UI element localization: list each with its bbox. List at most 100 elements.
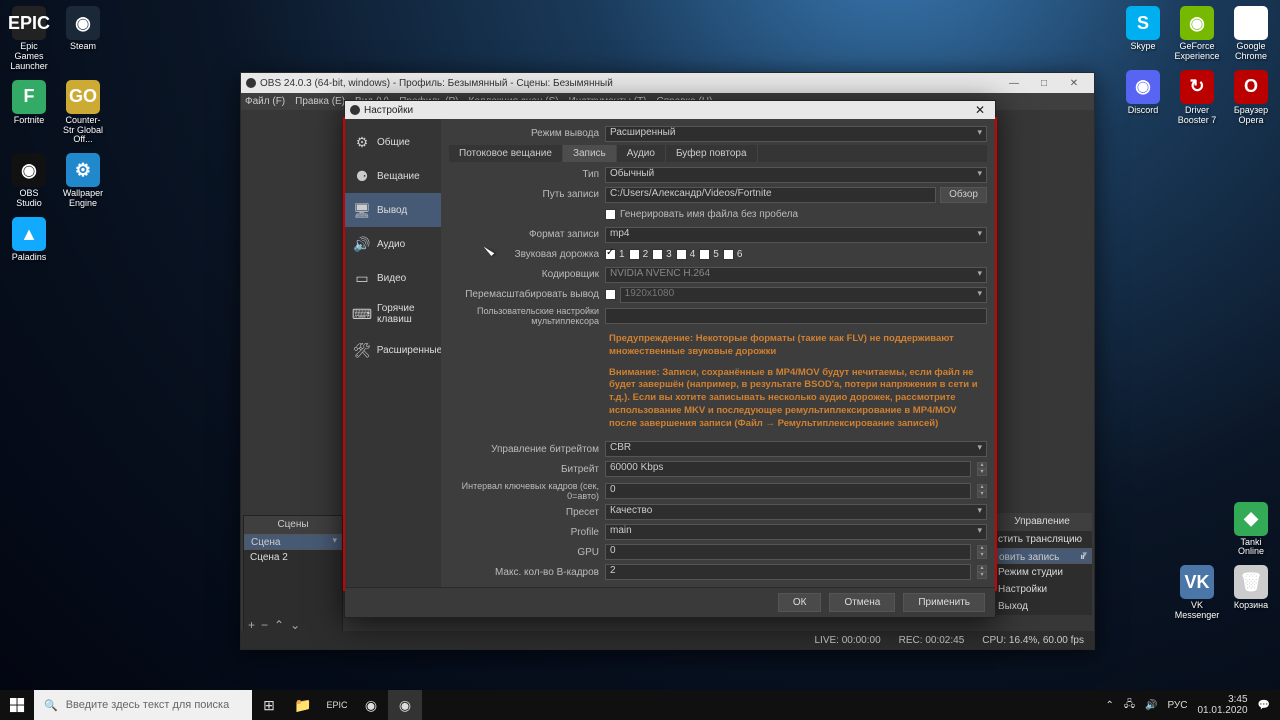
rescale-checkbox[interactable] xyxy=(605,289,616,300)
tray-chevron-icon[interactable]: ⌃ xyxy=(1105,700,1113,711)
browse-button[interactable]: Обзор xyxy=(940,187,987,203)
app-icon: ↻ xyxy=(1180,70,1214,104)
apply-button[interactable]: Применить xyxy=(903,593,985,612)
rec-path-input[interactable]: C:/Users/Александр/Videos/Fortnite xyxy=(605,187,936,203)
tray-network-icon[interactable]: 🖧 xyxy=(1124,697,1135,714)
desktop-icons-left: EPICEpic Games Launcher◉SteamFFortniteGO… xyxy=(6,6,106,263)
app-icon: 🗑 xyxy=(1234,565,1268,599)
settings-footer: ОК Отмена Применить xyxy=(345,587,995,617)
desktop-icon[interactable]: ◉GeForce Experience xyxy=(1174,6,1220,62)
track-checkbox[interactable] xyxy=(652,249,663,260)
desktop-icon[interactable]: FFortnite xyxy=(6,80,52,146)
category-icon: ⚙ xyxy=(353,133,371,151)
track-checkbox[interactable] xyxy=(605,249,616,260)
settings-category[interactable]: ⚈Вещание xyxy=(345,159,441,193)
rec-format-select[interactable]: mp4 xyxy=(605,227,987,243)
control-button[interactable]: овить запись⏸ xyxy=(992,548,1092,564)
encoder-select[interactable]: NVIDIA NVENC H.264 xyxy=(605,267,987,283)
settings-category[interactable]: ⚙Общие xyxy=(345,125,441,159)
track-checkbox[interactable] xyxy=(699,249,710,260)
desktop-icon[interactable]: ⚙Wallpaper Engine xyxy=(60,153,106,209)
control-button[interactable]: Настройки xyxy=(992,581,1092,598)
desktop-icon[interactable]: ◉Discord xyxy=(1120,70,1166,126)
desktop-icon[interactable]: ↻Driver Booster 7 xyxy=(1174,70,1220,126)
control-button[interactable]: Режим студии xyxy=(992,564,1092,581)
scene-down-button[interactable]: ⌄ xyxy=(290,618,300,632)
tray-date[interactable]: 01.01.2020 xyxy=(1197,705,1247,716)
settings-sidebar: ⚙Общие⚈Вещание🖥Вывод🔊Аудио▭Видео⌨Горячие… xyxy=(345,119,441,587)
icon-label: Корзина xyxy=(1234,601,1268,611)
settings-category[interactable]: 🖥Вывод xyxy=(345,193,441,227)
app-icon: EPIC xyxy=(12,6,46,40)
icon-label: GeForce Experience xyxy=(1174,42,1220,62)
status-cpu: CPU: 16.4%, 60.00 fps xyxy=(982,635,1084,646)
taskbar-explorer[interactable]: 📁 xyxy=(286,690,320,720)
tray-notifications-icon[interactable]: 💬 xyxy=(1258,700,1270,711)
desktop-icon[interactable]: OБраузер Opera xyxy=(1228,70,1274,126)
tray-lang[interactable]: РУС xyxy=(1167,700,1187,711)
desktop-icon[interactable]: ◉Steam xyxy=(60,6,106,72)
output-tab[interactable]: Потоковое вещание xyxy=(449,145,563,162)
settings-category[interactable]: 🔊Аудио xyxy=(345,227,441,261)
profile-select[interactable]: main xyxy=(605,524,987,540)
task-view-button[interactable]: ⊞ xyxy=(252,690,286,720)
control-button[interactable]: стить трансляцию xyxy=(992,531,1092,548)
start-button[interactable] xyxy=(0,690,34,720)
rate-control-select[interactable]: CBR xyxy=(605,441,987,457)
control-button[interactable]: Выход xyxy=(992,598,1092,615)
search-icon: 🔍 xyxy=(44,699,58,712)
tray-volume-icon[interactable]: 🔊 xyxy=(1145,700,1157,711)
rec-type-select[interactable]: Обычный xyxy=(605,167,987,183)
category-icon: 🖥 xyxy=(353,201,371,219)
desktop-icon[interactable]: ◆Tanki Online xyxy=(1228,502,1274,558)
app-icon: O xyxy=(1234,70,1268,104)
taskbar-epic[interactable]: EPIC xyxy=(320,690,354,720)
maximize-button[interactable]: □ xyxy=(1029,78,1059,89)
settings-close-button[interactable]: ✕ xyxy=(970,103,990,117)
mux-input[interactable] xyxy=(605,308,987,324)
minimize-button[interactable]: — xyxy=(999,78,1029,89)
menu-item[interactable]: Файл (F) xyxy=(245,96,285,107)
scene-remove-button[interactable]: − xyxy=(261,618,268,632)
output-mode-select[interactable]: Расширенный xyxy=(605,126,987,142)
scene-up-button[interactable]: ⌃ xyxy=(274,618,284,632)
desktop-icon[interactable]: ◉Google Chrome xyxy=(1228,6,1274,62)
track-checkbox[interactable] xyxy=(629,249,640,260)
taskbar-obs[interactable]: ◉ xyxy=(388,690,422,720)
keyint-input[interactable]: 0 xyxy=(605,483,971,499)
track-checkbox[interactable] xyxy=(723,249,734,260)
track-checkbox[interactable] xyxy=(676,249,687,260)
close-button[interactable]: ✕ xyxy=(1059,78,1089,89)
desktop-icon[interactable]: SSkype xyxy=(1120,6,1166,62)
no-space-checkbox[interactable] xyxy=(605,209,616,220)
rescale-select[interactable]: 1920x1080 xyxy=(620,287,987,303)
settings-category[interactable]: ⌨Горячие клавиш xyxy=(345,295,441,333)
cancel-button[interactable]: Отмена xyxy=(829,593,895,612)
output-tab[interactable]: Буфер повтора xyxy=(666,145,758,162)
settings-category[interactable]: 🛠Расширенные xyxy=(345,333,441,367)
status-live: LIVE: 00:00:00 xyxy=(814,635,880,646)
preset-select[interactable]: Качество xyxy=(605,504,987,520)
menu-item[interactable]: Правка (E) xyxy=(295,96,345,107)
ok-button[interactable]: ОК xyxy=(778,593,822,612)
bframes-input[interactable]: 2 xyxy=(605,564,971,580)
output-tab[interactable]: Запись xyxy=(563,145,617,162)
bitrate-input[interactable]: 60000 Kbps xyxy=(605,461,971,477)
desktop-icon[interactable]: EPICEpic Games Launcher xyxy=(6,6,52,72)
taskbar-search[interactable]: 🔍 Введите здесь текст для поиска xyxy=(34,690,252,720)
scene-add-button[interactable]: + xyxy=(248,618,255,632)
desktop-icon[interactable]: 🗑 Корзина xyxy=(1228,565,1274,621)
desktop-icon[interactable]: ◉OBS Studio xyxy=(6,153,52,209)
desktop-icon[interactable]: ▲Paladins xyxy=(6,217,52,263)
gpu-input[interactable]: 0 xyxy=(605,544,971,560)
scene-item[interactable]: Сцена 2 xyxy=(244,550,342,565)
tray-time[interactable]: 3:45 xyxy=(1197,694,1247,705)
output-tab[interactable]: Аудио xyxy=(617,145,666,162)
desktop-icon[interactable]: GOCounter-Str Global Off... xyxy=(60,80,106,146)
icon-label: Skype xyxy=(1130,42,1155,52)
desktop-icon[interactable]: VKVK Messenger xyxy=(1174,565,1220,621)
app-icon: ◆ xyxy=(1234,502,1268,536)
settings-category[interactable]: ▭Видео xyxy=(345,261,441,295)
taskbar-chrome[interactable]: ◉ xyxy=(354,690,388,720)
scene-item[interactable]: Сцена xyxy=(244,534,342,550)
